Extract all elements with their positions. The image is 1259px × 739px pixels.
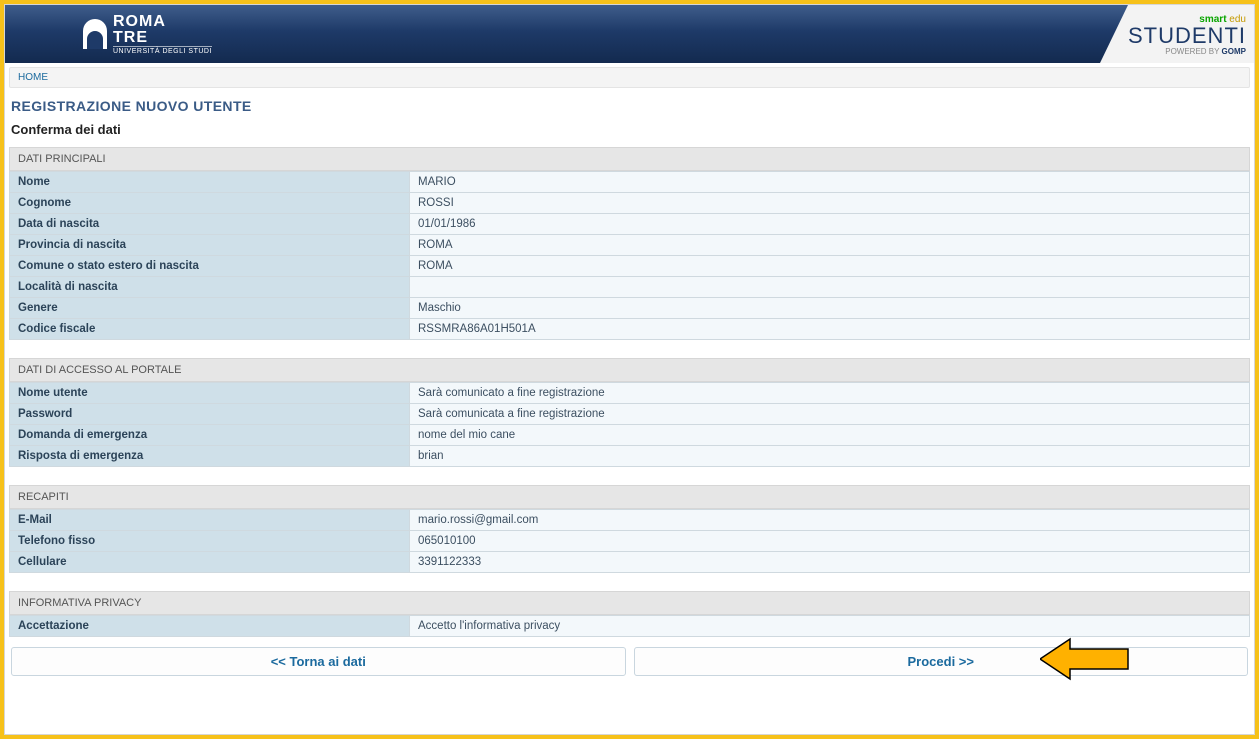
gomp-label: GOMP — [1222, 47, 1246, 56]
logo-line2: TRE — [113, 30, 212, 46]
section-header-privacy: INFORMATIVA PRIVACY — [9, 591, 1250, 615]
field-label: Cellulare — [10, 552, 410, 573]
field-label: Località di nascita — [10, 277, 410, 298]
field-value — [410, 277, 1250, 298]
field-value: nome del mio cane — [410, 425, 1250, 446]
studenti-label: STUDENTI — [1128, 25, 1246, 47]
field-value: Sarà comunicata a fine registrazione — [410, 404, 1250, 425]
field-value: Sarà comunicato a fine registrazione — [410, 383, 1250, 404]
section-header-contacts: RECAPITI — [9, 485, 1250, 509]
table-row: Nome utenteSarà comunicato a fine regist… — [10, 383, 1250, 404]
section-header-access: DATI DI ACCESSO AL PORTALE — [9, 358, 1250, 382]
field-value: 3391122333 — [410, 552, 1250, 573]
table-row: GenereMaschio — [10, 298, 1250, 319]
breadcrumb-home[interactable]: HOME — [18, 72, 48, 83]
field-label: Telefono fisso — [10, 531, 410, 552]
field-label: E-Mail — [10, 510, 410, 531]
page-subtitle: Conferma dei dati — [9, 122, 1250, 147]
table-row: AccettazioneAccetto l'informativa privac… — [10, 616, 1250, 637]
field-value: ROMA — [410, 256, 1250, 277]
table-row: PasswordSarà comunicata a fine registraz… — [10, 404, 1250, 425]
table-row: Codice fiscaleRSSMRA86A01H501A — [10, 319, 1250, 340]
table-row: Domanda di emergenzanome del mio cane — [10, 425, 1250, 446]
table-row: E-Mailmario.rossi@gmail.com — [10, 510, 1250, 531]
section-header-main: DATI PRINCIPALI — [9, 147, 1250, 171]
proceed-button[interactable]: Procedi >> — [634, 647, 1249, 676]
back-button[interactable]: << Torna ai dati — [11, 647, 626, 676]
field-value: ROMA — [410, 235, 1250, 256]
table-row: CognomeROSSI — [10, 193, 1250, 214]
breadcrumb: HOME — [9, 67, 1250, 88]
access-data-table: Nome utenteSarà comunicato a fine regist… — [9, 382, 1250, 467]
field-label: Comune o stato estero di nascita — [10, 256, 410, 277]
table-row: Data di nascita01/01/1986 — [10, 214, 1250, 235]
table-row: Risposta di emergenzabrian — [10, 446, 1250, 467]
field-label: Data di nascita — [10, 214, 410, 235]
field-label: Genere — [10, 298, 410, 319]
field-value: MARIO — [410, 172, 1250, 193]
field-label: Password — [10, 404, 410, 425]
field-label: Nome — [10, 172, 410, 193]
studenti-badge: smart edu STUDENTI POWERED BY GOMP — [1100, 5, 1254, 63]
main-data-table: NomeMARIO CognomeROSSI Data di nascita01… — [9, 171, 1250, 340]
header-bar: ROMA TRE UNIVERSITÀ DEGLI STUDI smart ed… — [5, 5, 1254, 63]
field-value: Maschio — [410, 298, 1250, 319]
field-label: Accettazione — [10, 616, 410, 637]
table-row: Località di nascita — [10, 277, 1250, 298]
table-row: Provincia di nascitaROMA — [10, 235, 1250, 256]
field-label: Nome utente — [10, 383, 410, 404]
page-title: REGISTRAZIONE NUOVO UTENTE — [9, 90, 1250, 122]
table-row: Comune o stato estero di nascitaROMA — [10, 256, 1250, 277]
field-label: Cognome — [10, 193, 410, 214]
field-label: Codice fiscale — [10, 319, 410, 340]
field-label: Domanda di emergenza — [10, 425, 410, 446]
field-label: Provincia di nascita — [10, 235, 410, 256]
field-value: RSSMRA86A01H501A — [410, 319, 1250, 340]
logo-line3: UNIVERSITÀ DEGLI STUDI — [113, 46, 212, 55]
field-value: ROSSI — [410, 193, 1250, 214]
field-value: Accetto l'informativa privacy — [410, 616, 1250, 637]
gomp-prefix: POWERED BY — [1165, 47, 1221, 56]
contacts-data-table: E-Mailmario.rossi@gmail.com Telefono fis… — [9, 509, 1250, 573]
field-value: 01/01/1986 — [410, 214, 1250, 235]
arch-icon — [83, 19, 107, 49]
field-label: Risposta di emergenza — [10, 446, 410, 467]
table-row: NomeMARIO — [10, 172, 1250, 193]
field-value: brian — [410, 446, 1250, 467]
table-row: Cellulare3391122333 — [10, 552, 1250, 573]
table-row: Telefono fisso065010100 — [10, 531, 1250, 552]
logo-line1: ROMA — [113, 14, 212, 30]
university-logo[interactable]: ROMA TRE UNIVERSITÀ DEGLI STUDI — [83, 14, 212, 55]
field-value: mario.rossi@gmail.com — [410, 510, 1250, 531]
privacy-data-table: AccettazioneAccetto l'informativa privac… — [9, 615, 1250, 637]
field-value: 065010100 — [410, 531, 1250, 552]
